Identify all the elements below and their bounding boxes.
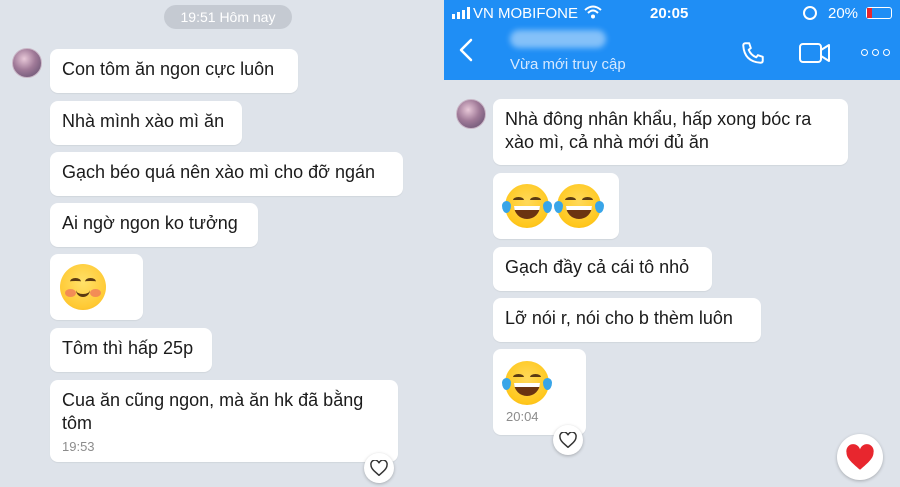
carrier-name: VN MOBIFONE	[473, 5, 579, 22]
message-time: 19:53	[62, 439, 95, 454]
battery-icon	[866, 7, 892, 19]
emoji-bubble[interactable]: 20:04	[493, 349, 586, 435]
heart-outline-icon[interactable]	[553, 425, 583, 455]
tears-of-joy-icon	[554, 184, 604, 228]
orientation-lock-icon	[803, 6, 817, 20]
message-text: tôm	[62, 413, 93, 433]
sticker-bubble[interactable]	[50, 254, 143, 320]
battery-percent: 20%	[828, 5, 859, 22]
left-chat-panel: 19:51 Hôm nay Con tôm ăn ngon cực luôn N…	[0, 0, 444, 487]
avatar[interactable]	[456, 99, 486, 129]
tears-of-joy-icon	[502, 184, 552, 228]
message-time: 20:04	[506, 409, 539, 424]
message-bubble[interactable]: Gạch béo quá nên xào mì cho đỡ ngán	[50, 152, 403, 196]
message-text: Gạch đầy cả cái tô nhỏ	[505, 257, 690, 277]
message-text: xào mì, cả nhà mới đủ ăn	[505, 132, 709, 152]
message-text: Tôm thì hấp 25p	[62, 338, 194, 358]
message-bubble[interactable]: Ai ngờ ngon ko tưởng	[50, 203, 258, 247]
status-bar: VN MOBIFONE 20:05 20%	[444, 0, 900, 26]
message-text: Ai ngờ ngon ko tưởng	[62, 213, 238, 233]
message-text: Nhà mình xào mì ăn	[62, 111, 225, 131]
more-dots-icon[interactable]	[861, 49, 890, 56]
wifi-icon	[584, 5, 602, 23]
contact-name-blurred[interactable]	[510, 30, 606, 48]
message-bubble[interactable]: Nhà đông nhân khẩu, hấp xong bóc ra xào …	[493, 99, 848, 165]
signal-icon	[452, 7, 470, 19]
message-text: Gạch béo quá nên xào mì cho đỡ ngán	[62, 162, 376, 182]
message-bubble[interactable]: Nhà mình xào mì ăn	[50, 101, 242, 145]
emoji-bubble[interactable]	[493, 173, 619, 239]
contact-status: Vừa mới truy cập	[510, 56, 626, 73]
happy-face-icon	[60, 264, 106, 310]
chat-header: Vừa mới truy cập	[444, 26, 900, 80]
video-camera-icon[interactable]	[799, 42, 831, 69]
phone-icon[interactable]	[740, 40, 766, 71]
message-bubble[interactable]: Tôm thì hấp 25p	[50, 328, 212, 372]
message-text: Cua ăn cũng ngon, mà ăn hk đã bằng	[62, 390, 364, 410]
message-text: Lỡ nói r, nói cho b thèm luôn	[505, 308, 733, 328]
message-bubble[interactable]: Gạch đầy cả cái tô nhỏ	[493, 247, 712, 291]
tears-of-joy-icon	[502, 361, 552, 405]
red-heart-icon[interactable]	[837, 434, 883, 480]
message-bubble[interactable]: Lỡ nói r, nói cho b thèm luôn	[493, 298, 761, 342]
message-bubble[interactable]: Cua ăn cũng ngon, mà ăn hk đã bằng tôm 1…	[50, 380, 398, 462]
chevron-left-icon[interactable]	[458, 38, 474, 67]
right-chat-panel: VN MOBIFONE 20:05 20% Vừa mới truy cập N	[444, 0, 900, 487]
clock-time: 20:05	[650, 5, 689, 22]
avatar[interactable]	[12, 48, 42, 78]
message-text: Con tôm ăn ngon cực luôn	[62, 59, 275, 79]
message-bubble[interactable]: Con tôm ăn ngon cực luôn	[50, 49, 298, 93]
date-separator: 19:51 Hôm nay	[164, 5, 292, 29]
heart-outline-icon[interactable]	[364, 453, 394, 483]
message-text: Nhà đông nhân khẩu, hấp xong bóc ra	[505, 109, 812, 129]
